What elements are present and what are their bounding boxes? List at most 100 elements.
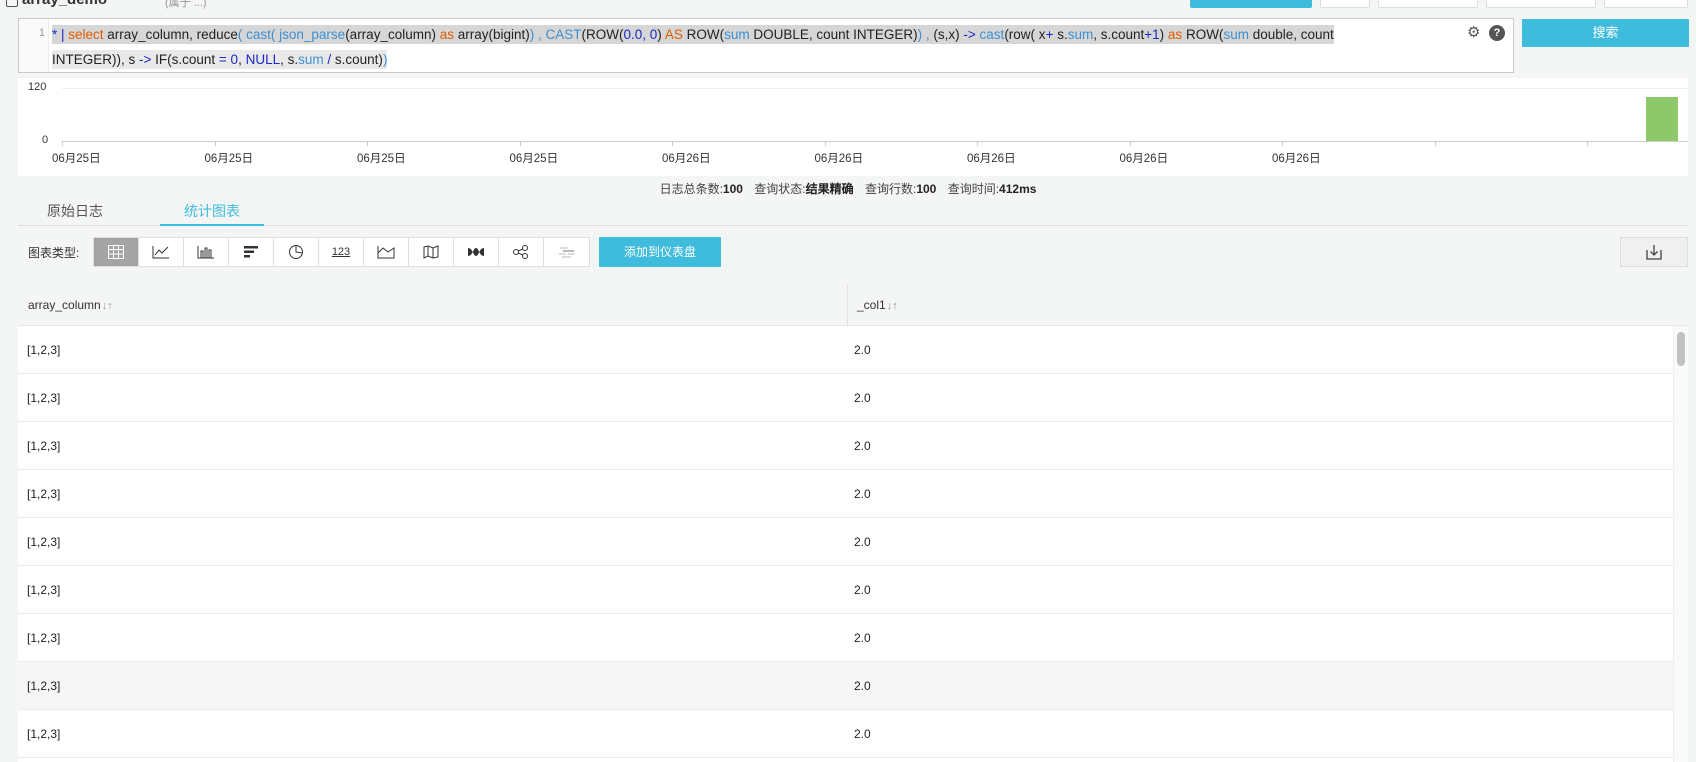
header-primary-button[interactable] [1190,0,1312,8]
chart-type-sankey-icon[interactable] [499,238,544,266]
page-header: array_demo (属于 ...) [0,0,1696,14]
histogram-x-tick [1282,141,1283,146]
histogram-x-label: 06月26日 [1119,153,1169,165]
histogram-x-tick [1587,141,1588,146]
histogram-x-tick [367,141,368,146]
histogram-x-tick [214,141,216,146]
chart-type-pie-icon[interactable] [274,238,319,266]
table-row[interactable]: [1,2,3] 2.0 [18,470,1673,518]
table-row[interactable]: [1,2,3] 2.0 [18,518,1673,566]
tab-statistics-chart[interactable]: 统计图表 [160,200,264,226]
cell-array-column: [1,2,3] [27,535,61,549]
header-button-1[interactable] [1320,0,1370,8]
add-to-dashboard-button[interactable]: 添加到仪表盘 [599,237,721,267]
header-button-4[interactable] [1604,0,1688,8]
histogram-x-tick [1129,141,1131,146]
chart-type-area-icon[interactable] [364,238,409,266]
log-histogram: 120 0 06月25日 06月25日 06月25日 06月25日 06月26日 06月2… [18,78,1688,176]
column-header-label: array_column [28,298,101,312]
histogram-grid-top [62,88,1688,89]
cell-col1: 2.0 [854,727,871,741]
query-rows-label: 查询行数: [864,182,917,196]
total-count-label: 日志总条数: [659,182,723,196]
logstore-title: array_demo [22,0,107,8]
cell-array-column: [1,2,3] [27,391,61,405]
cell-col1: 2.0 [854,343,871,357]
cell-array-column: [1,2,3] [27,343,61,357]
chart-type-bar-icon[interactable] [229,238,274,266]
query-stats: 日志总条数:100 查询状态:结果精确 查询行数:100 查询时间:412ms [0,180,1696,197]
histogram-x-label: 06月25日 [52,153,101,165]
histogram-x-label: 06月25日 [204,153,254,165]
chart-type-flow-icon[interactable] [454,238,499,266]
chart-type-line-icon[interactable] [139,238,184,266]
cell-array-column: [1,2,3] [27,727,61,741]
chart-type-map-icon[interactable] [409,238,454,266]
sort-icon[interactable]: ↓↑ [887,300,898,312]
sort-icon[interactable]: ↓↑ [102,300,113,312]
histogram-x-tick [672,141,673,146]
results-table: array_column↓↑ _col1↓↑ [1,2,3] 2.0 [1,2,3]… [18,284,1688,762]
chart-type-table-icon[interactable] [94,238,139,266]
total-count-value: 100 [722,182,743,196]
histogram-x-label: 06月26日 [1272,153,1321,165]
table-body: [1,2,3] 2.0 [1,2,3] 2.0 [1,2,3] 2.0 [1,2,3] 2.0… [18,326,1673,758]
chart-type-word-cloud-icon[interactable] [544,238,589,266]
query-code[interactable]: * | select array_column, reduce( cast( j… [52,22,1474,72]
download-button[interactable] [1620,237,1688,267]
query-status-value: 结果精确 [805,182,854,196]
chart-type-selector: 123 [93,237,590,267]
table-row[interactable]: [1,2,3] 2.0 [18,662,1673,710]
settings-gear-icon[interactable]: ⚙ [1467,25,1483,41]
histogram-x-tick [977,141,978,146]
histogram-y-zero-label: 0 [42,134,49,146]
table-row[interactable]: [1,2,3] 2.0 [18,422,1673,470]
page-right-edge [1690,0,1696,762]
query-line-1[interactable]: * | select array_column, reduce( cast( j… [52,22,1474,47]
logstore-icon [6,0,18,7]
download-icon [1646,245,1662,260]
histogram-x-tick [1434,141,1436,146]
help-icon[interactable]: ? [1489,25,1505,41]
query-line-2[interactable]: INTEGER)), s -> IF(s.count = 0, NULL, s.… [52,47,1474,72]
chart-type-label: 图表类型: [28,246,80,260]
histogram-x-label: 06月25日 [509,153,559,165]
histogram-x-tick [62,141,63,146]
log-search-page: array_demo (属于 ...) 1 * | select array_c… [0,0,1696,762]
table-scrollbar[interactable] [1673,326,1688,762]
table-row[interactable]: [1,2,3] 2.0 [18,614,1673,662]
query-editor[interactable]: 1 * | select array_column, reduce( cast(… [18,18,1514,73]
table-row[interactable]: [1,2,3] 2.0 [18,566,1673,614]
cell-col1: 2.0 [854,583,871,597]
tab-raw-logs[interactable]: 原始日志 [22,200,128,226]
search-button[interactable]: 搜索 [1522,19,1689,47]
histogram-bar[interactable] [1646,96,1678,141]
header-button-3[interactable] [1486,0,1596,8]
chart-type-column-icon[interactable] [184,238,229,266]
cell-col1: 2.0 [854,391,871,405]
query-rows-value: 100 [916,182,937,196]
histogram-x-label: 06月26日 [814,153,864,165]
histogram-x-tick [824,141,826,146]
cell-col1: 2.0 [854,439,871,453]
cell-array-column: [1,2,3] [27,583,61,597]
table-row[interactable]: [1,2,3] 2.0 [18,710,1673,758]
chart-type-number-icon[interactable]: 123 [319,238,364,266]
histogram-x-label: 06月26日 [967,153,1016,165]
scrollbar-thumb[interactable] [1677,332,1685,366]
histogram-x-label: 06月26日 [662,153,711,165]
line-number: 1 [38,27,45,39]
column-header-label: _col1 [857,298,886,312]
table-row[interactable]: [1,2,3] 2.0 [18,374,1673,422]
cell-array-column: [1,2,3] [27,631,61,645]
table-row[interactable]: [1,2,3] 2.0 [18,326,1673,374]
table-header: array_column↓↑ _col1↓↑ [18,284,1688,326]
column-header-col1[interactable]: _col1↓↑ [847,284,898,326]
cell-col1: 2.0 [854,487,871,501]
cell-array-column: [1,2,3] [27,487,61,501]
header-button-2[interactable] [1378,0,1478,8]
histogram-y-max-label: 120 [28,81,47,93]
cell-col1: 2.0 [854,535,871,549]
cell-col1: 2.0 [854,631,871,645]
column-header-array-column[interactable]: array_column↓↑ [18,284,113,326]
